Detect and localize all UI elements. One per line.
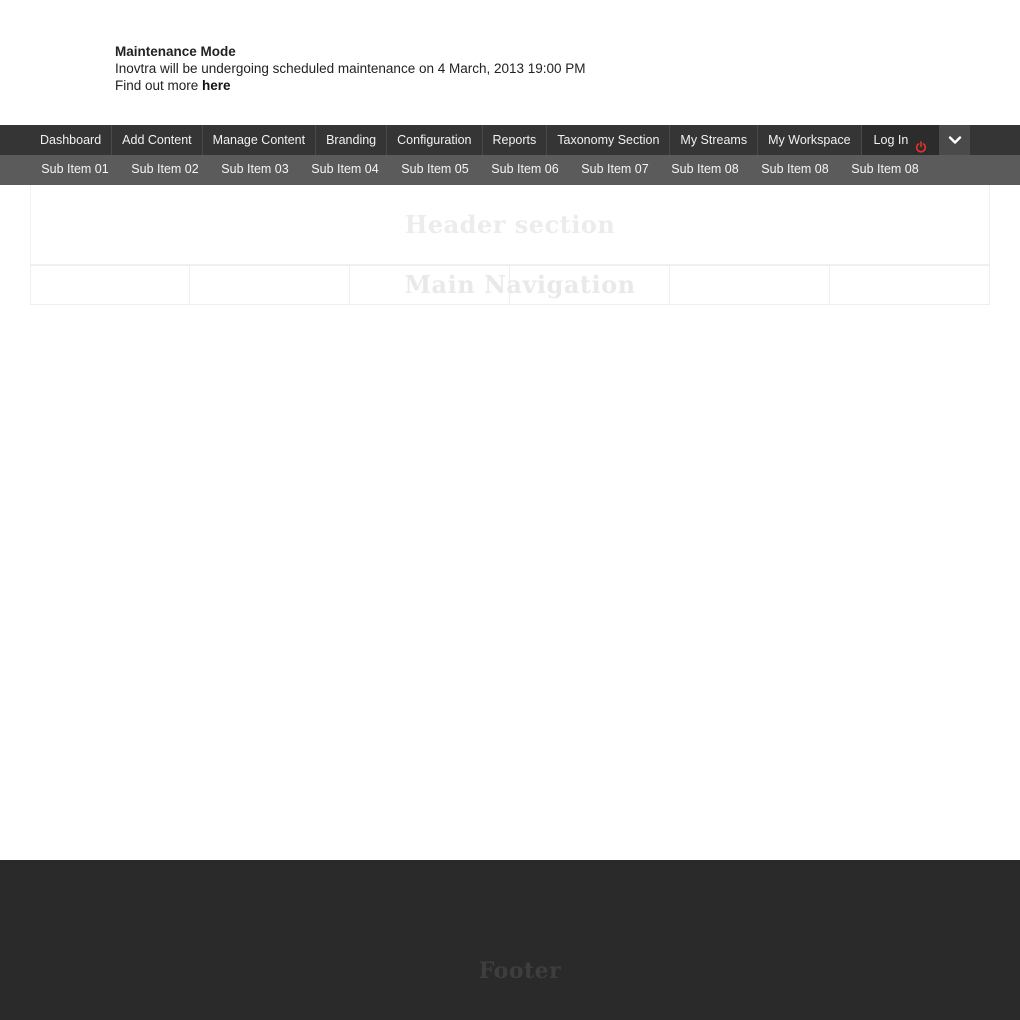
admin-item-dashboard[interactable]: Dashboard bbox=[30, 125, 113, 155]
page: Maintenance Mode Inovtra will be undergo… bbox=[0, 0, 1020, 1020]
sub-toolbar: Sub Item 01 Sub Item 02 Sub Item 03 Sub … bbox=[0, 155, 1020, 185]
nav-cell bbox=[190, 265, 350, 305]
admin-item-reports[interactable]: Reports bbox=[483, 125, 548, 155]
sub-item-05[interactable]: Sub Item 05 bbox=[390, 155, 480, 185]
admin-menu: Dashboard Add Content Manage Content Bra… bbox=[30, 125, 971, 155]
admin-item-label: Branding bbox=[326, 133, 377, 147]
nav-cell bbox=[830, 265, 990, 305]
sub-item-02[interactable]: Sub Item 02 bbox=[120, 155, 210, 185]
sub-item-01[interactable]: Sub Item 01 bbox=[30, 155, 120, 185]
sub-item-08-c[interactable]: Sub Item 08 bbox=[840, 155, 930, 185]
admin-item-label: My Workspace bbox=[768, 133, 851, 147]
admin-item-my-workspace[interactable]: My Workspace bbox=[758, 125, 862, 155]
header-section-placeholder: Header section bbox=[30, 185, 990, 265]
admin-item-label: Taxonomy Section bbox=[557, 133, 660, 147]
admin-item-label: Reports bbox=[492, 133, 537, 147]
sub-menu: Sub Item 01 Sub Item 02 Sub Item 03 Sub … bbox=[30, 155, 930, 185]
admin-item-manage-content[interactable]: Manage Content bbox=[203, 125, 317, 155]
login-button[interactable]: Log In bbox=[861, 125, 941, 155]
admin-item-configuration[interactable]: Configuration bbox=[387, 125, 483, 155]
admin-item-label: Manage Content bbox=[212, 133, 306, 147]
admin-toolbar: Dashboard Add Content Manage Content Bra… bbox=[0, 125, 1020, 155]
admin-item-label: Add Content bbox=[122, 133, 192, 147]
sub-item-03[interactable]: Sub Item 03 bbox=[210, 155, 300, 185]
sub-item-08[interactable]: Sub Item 08 bbox=[660, 155, 750, 185]
sub-item-07[interactable]: Sub Item 07 bbox=[570, 155, 660, 185]
main-navigation-placeholder bbox=[30, 265, 990, 305]
maintenance-here-link[interactable]: here bbox=[202, 78, 231, 93]
admin-item-my-streams[interactable]: My Streams bbox=[670, 125, 759, 155]
maintenance-find-more: Find out more here bbox=[115, 77, 586, 94]
sub-item-04[interactable]: Sub Item 04 bbox=[300, 155, 390, 185]
nav-cell bbox=[510, 265, 670, 305]
admin-item-add-content[interactable]: Add Content bbox=[112, 125, 203, 155]
find-more-text: Find out more bbox=[115, 78, 203, 93]
maintenance-message: Inovtra will be undergoing scheduled mai… bbox=[115, 61, 586, 76]
admin-item-label: My Streams bbox=[680, 133, 748, 147]
footer-label: Footer bbox=[478, 958, 562, 984]
admin-item-label: Dashboard bbox=[40, 133, 102, 147]
header-section-label: Header section bbox=[404, 210, 616, 239]
admin-item-branding[interactable]: Branding bbox=[316, 125, 388, 155]
chevron-down-icon[interactable] bbox=[940, 125, 971, 155]
nav-cell bbox=[350, 265, 510, 305]
sub-item-08-b[interactable]: Sub Item 08 bbox=[750, 155, 840, 185]
sub-item-06[interactable]: Sub Item 06 bbox=[480, 155, 570, 185]
maintenance-title: Maintenance Mode bbox=[115, 44, 236, 59]
admin-item-label: Configuration bbox=[397, 133, 472, 147]
footer: Footer bbox=[0, 860, 1020, 1020]
admin-item-taxonomy-section[interactable]: Taxonomy Section bbox=[547, 125, 671, 155]
nav-cell bbox=[30, 265, 190, 305]
maintenance-notice: Maintenance Mode Inovtra will be undergo… bbox=[115, 43, 586, 94]
power-icon bbox=[915, 134, 927, 153]
login-label: Log In bbox=[873, 133, 909, 147]
nav-cell bbox=[670, 265, 830, 305]
